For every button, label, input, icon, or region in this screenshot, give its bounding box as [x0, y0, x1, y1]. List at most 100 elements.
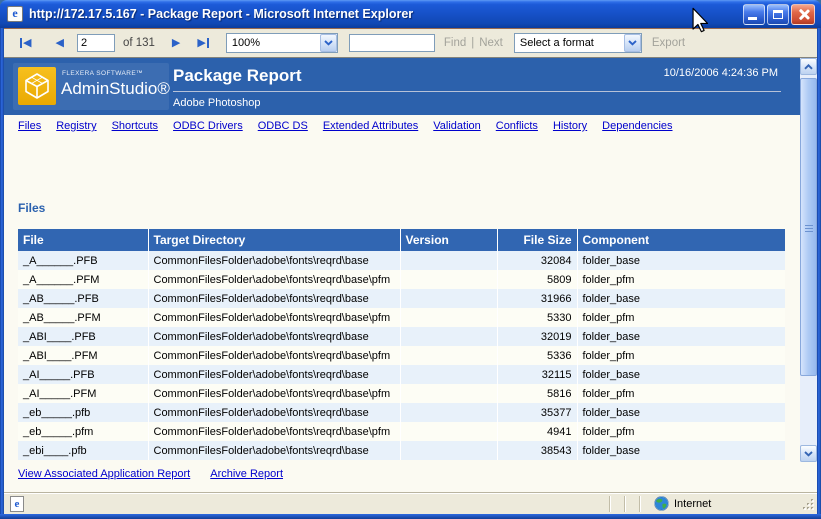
table-row: _AB_____.PFBCommonFilesFolder\adobe\font… — [18, 289, 785, 308]
report-header: FLEXERA SOFTWARE™ AdminStudio® Package R… — [4, 58, 800, 115]
cell-component: folder_base — [577, 289, 785, 308]
files-table-body: _A______.PFBCommonFilesFolder\adobe\font… — [18, 251, 785, 460]
cell-component: folder_base — [577, 365, 785, 384]
report-title: Package Report — [173, 66, 302, 86]
footer-link-view-associated-application-report[interactable]: View Associated Application Report — [18, 468, 190, 480]
close-button[interactable] — [791, 4, 815, 25]
table-row: _AB_____.PFMCommonFilesFolder\adobe\font… — [18, 308, 785, 327]
resize-grip[interactable] — [800, 496, 816, 512]
brand-flexera-label: FLEXERA SOFTWARE™ — [62, 70, 143, 77]
title-bar[interactable]: e http://172.17.5.167 - Package Report -… — [0, 0, 821, 28]
cell-component: folder_pfm — [577, 308, 785, 327]
chevron-down-icon[interactable] — [624, 34, 641, 52]
next-page-button[interactable]: ▶ — [172, 38, 180, 49]
status-pane-divider — [639, 496, 641, 512]
close-icon — [797, 8, 810, 21]
vertical-scrollbar[interactable] — [800, 58, 817, 462]
cell-component: folder_pfm — [577, 422, 785, 441]
nav-link-conflicts[interactable]: Conflicts — [496, 120, 538, 132]
scroll-down-button[interactable] — [800, 445, 817, 462]
cell-target-directory: CommonFilesFolder\adobe\fonts\reqrd\base… — [148, 308, 400, 327]
cell-version — [400, 346, 497, 365]
cell-version — [400, 384, 497, 403]
report-toolbar: ◀ ◀ of 131 ▶ ▶ 100% Find | Next Select a… — [4, 28, 817, 58]
first-page-button[interactable]: ◀ — [20, 38, 31, 49]
previous-page-button[interactable]: ◀ — [55, 38, 63, 49]
find-next-button[interactable]: Next — [479, 37, 503, 49]
footer-link-archive-report[interactable]: Archive Report — [210, 468, 283, 480]
find-text-input[interactable] — [349, 34, 435, 52]
nav-link-shortcuts[interactable]: Shortcuts — [112, 120, 158, 132]
window-border-bottom — [0, 514, 821, 519]
chevron-down-icon[interactable] — [320, 34, 337, 52]
minimize-icon — [748, 17, 757, 20]
zoom-select[interactable]: 100% — [226, 33, 338, 53]
header-divider — [173, 91, 781, 92]
cell-version — [400, 365, 497, 384]
find-button[interactable]: Find — [444, 37, 466, 49]
files-section-heading: Files — [18, 201, 45, 215]
export-format-select[interactable]: Select a format — [514, 33, 642, 53]
cell-file: _ebi____.pfb — [18, 441, 148, 460]
table-row: _ABI____.PFBCommonFilesFolder\adobe\font… — [18, 327, 785, 346]
cell-file-size: 32115 — [497, 365, 577, 384]
column-header-target-directory: Target Directory — [148, 229, 400, 251]
nav-link-dependencies[interactable]: Dependencies — [602, 120, 672, 132]
cell-version — [400, 403, 497, 422]
column-header-component: Component — [577, 229, 785, 251]
report-datetime: 10/16/2006 4:24:36 PM — [664, 67, 778, 79]
cell-file-size: 5809 — [497, 270, 577, 289]
scroll-up-button[interactable] — [800, 58, 817, 75]
last-page-button[interactable]: ▶ — [197, 38, 208, 49]
cell-target-directory: CommonFilesFolder\adobe\fonts\reqrd\base — [148, 327, 400, 346]
table-row: _ABI____.PFMCommonFilesFolder\adobe\font… — [18, 346, 785, 365]
globe-icon — [654, 496, 669, 511]
cell-component: folder_pfm — [577, 270, 785, 289]
cell-target-directory: CommonFilesFolder\adobe\fonts\reqrd\base — [148, 289, 400, 308]
export-button[interactable]: Export — [652, 37, 685, 49]
cell-file-size: 5330 — [497, 308, 577, 327]
page-count-label: of 131 — [123, 37, 155, 49]
security-zone-label: Internet — [674, 498, 711, 510]
cell-file-size: 5816 — [497, 384, 577, 403]
window-controls — [743, 4, 815, 25]
cell-file-size: 4941 — [497, 422, 577, 441]
find-next-separator: | — [471, 37, 474, 49]
table-row: _AI_____.PFMCommonFilesFolder\adobe\font… — [18, 384, 785, 403]
nav-link-odbc-ds[interactable]: ODBC DS — [258, 120, 308, 132]
adminstudio-cube-icon — [18, 67, 56, 105]
cell-target-directory: CommonFilesFolder\adobe\fonts\reqrd\base… — [148, 422, 400, 441]
cell-file-size: 32019 — [497, 327, 577, 346]
nav-link-validation[interactable]: Validation — [433, 120, 481, 132]
nav-link-extended-attributes[interactable]: Extended Attributes — [323, 120, 418, 132]
cell-file: _eb_____.pfb — [18, 403, 148, 422]
page-number-input[interactable] — [77, 34, 115, 52]
export-format-value: Select a format — [515, 37, 624, 49]
nav-link-files[interactable]: Files — [18, 120, 41, 132]
nav-link-history[interactable]: History — [553, 120, 587, 132]
table-row: _ebi____.pfbCommonFilesFolder\adobe\font… — [18, 441, 785, 460]
nav-link-registry[interactable]: Registry — [56, 120, 96, 132]
adminstudio-logo: FLEXERA SOFTWARE™ AdminStudio® — [13, 63, 169, 110]
column-header-file-size: File Size — [497, 229, 577, 251]
maximize-button[interactable] — [767, 4, 789, 25]
cell-file: _AB_____.PFM — [18, 308, 148, 327]
minimize-button[interactable] — [743, 4, 765, 25]
cell-file: _eb_____.pfm — [18, 422, 148, 441]
cell-file-size: 32084 — [497, 251, 577, 270]
scrollbar-thumb[interactable] — [800, 78, 817, 376]
scrollbar-grip-icon — [805, 225, 813, 232]
zoom-select-value: 100% — [227, 37, 320, 49]
internet-explorer-icon: e — [7, 6, 23, 22]
cell-file: _A______.PFM — [18, 270, 148, 289]
cell-file: _AI_____.PFB — [18, 365, 148, 384]
cell-component: folder_base — [577, 441, 785, 460]
page-done-icon: e — [10, 496, 24, 512]
security-zone-pane: Internet — [654, 496, 800, 511]
first-page-icon-triangle: ◀ — [23, 38, 31, 49]
status-pane-divider — [624, 496, 626, 512]
package-name: Adobe Photoshop — [173, 97, 260, 109]
nav-link-odbc-drivers[interactable]: ODBC Drivers — [173, 120, 243, 132]
table-row: _A______.PFMCommonFilesFolder\adobe\font… — [18, 270, 785, 289]
cell-version — [400, 441, 497, 460]
